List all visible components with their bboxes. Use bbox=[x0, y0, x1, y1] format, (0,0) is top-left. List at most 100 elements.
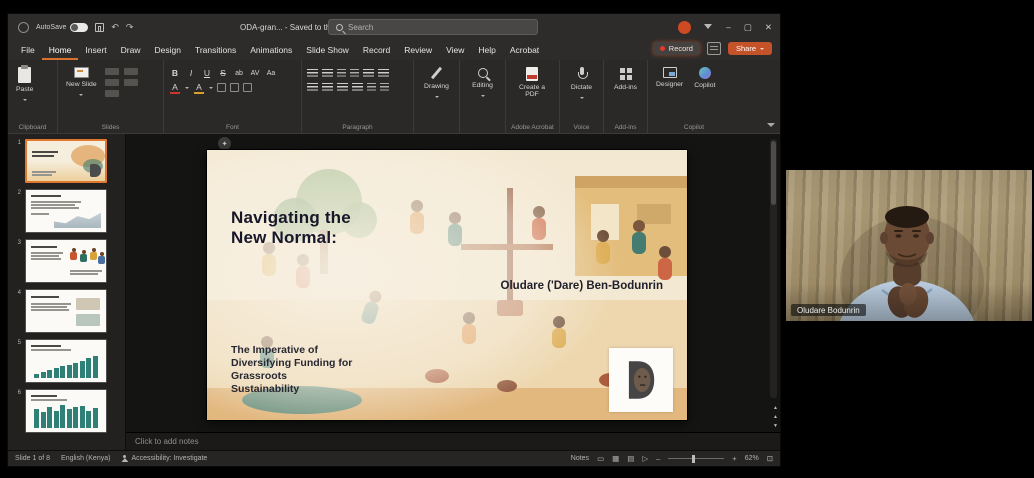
save-icon[interactable] bbox=[95, 23, 104, 32]
tab-record[interactable]: Record bbox=[356, 40, 397, 60]
slide-thumbnail-6[interactable] bbox=[25, 389, 107, 433]
search-input[interactable] bbox=[348, 23, 530, 32]
design-ideas-icon[interactable]: ✦ bbox=[218, 137, 231, 150]
account-icon[interactable] bbox=[18, 22, 29, 33]
tab-review[interactable]: Review bbox=[397, 40, 439, 60]
font-size-decrease-icon[interactable] bbox=[243, 83, 252, 92]
next-slide-icon[interactable]: ▼ bbox=[773, 423, 778, 429]
slide-counter[interactable]: Slide 1 of 8 bbox=[15, 455, 50, 462]
slide-logo[interactable] bbox=[609, 348, 673, 412]
zoom-percentage[interactable]: 62% bbox=[745, 455, 759, 462]
reuse-slides-icon[interactable] bbox=[124, 68, 138, 75]
bold-button[interactable]: B bbox=[169, 69, 181, 78]
slide-canvas[interactable]: Navigating the New Normal: Oludare ('Dar… bbox=[207, 150, 687, 420]
scrollbar-thumb[interactable] bbox=[771, 141, 776, 205]
align-left-icon[interactable] bbox=[307, 83, 318, 92]
drawing-button[interactable]: Drawing bbox=[419, 65, 454, 102]
record-button[interactable]: Record bbox=[653, 42, 700, 55]
collapse-ribbon-icon[interactable] bbox=[767, 123, 775, 131]
tab-help[interactable]: Help bbox=[471, 40, 502, 60]
text-shadow-button[interactable]: ab bbox=[233, 70, 245, 77]
tab-slide-show[interactable]: Slide Show bbox=[299, 40, 356, 60]
language-indicator[interactable]: English (Kenya) bbox=[61, 455, 110, 462]
tab-animations[interactable]: Animations bbox=[243, 40, 299, 60]
vertical-scrollbar[interactable] bbox=[770, 139, 777, 398]
minimize-button[interactable]: – bbox=[726, 23, 731, 32]
notes-pane[interactable]: Click to add notes bbox=[126, 432, 780, 450]
clear-formatting-icon[interactable] bbox=[217, 83, 226, 92]
line-spacing-icon[interactable] bbox=[363, 69, 374, 78]
tab-acrobat[interactable]: Acrobat bbox=[503, 40, 546, 60]
zoom-in-icon[interactable]: + bbox=[732, 455, 736, 463]
change-case-button[interactable]: Aa bbox=[265, 70, 277, 77]
user-avatar[interactable] bbox=[678, 21, 691, 34]
autosave-toggle[interactable]: AutoSave bbox=[36, 23, 88, 32]
increase-indent-icon[interactable] bbox=[350, 69, 359, 78]
align-right-icon[interactable] bbox=[337, 83, 348, 92]
tab-home[interactable]: Home bbox=[42, 40, 79, 60]
justify-icon[interactable] bbox=[352, 83, 363, 92]
reading-view-icon[interactable]: ▤ bbox=[627, 455, 634, 463]
underline-button[interactable]: U bbox=[201, 69, 213, 78]
ribbon-options-icon[interactable] bbox=[704, 23, 713, 32]
slide-show-icon[interactable]: ▷ bbox=[642, 455, 648, 463]
zoom-slider-knob[interactable] bbox=[692, 455, 695, 463]
tab-file[interactable]: File bbox=[14, 40, 42, 60]
addins-button[interactable]: Add-ins bbox=[609, 65, 642, 93]
scroll-up-icon[interactable]: ▲ bbox=[773, 405, 778, 411]
copilot-button[interactable]: Copilot bbox=[691, 65, 718, 91]
tab-transitions[interactable]: Transitions bbox=[188, 40, 243, 60]
bullets-icon[interactable] bbox=[307, 69, 318, 78]
reset-icon[interactable] bbox=[105, 79, 119, 86]
font-color-button[interactable]: A bbox=[169, 83, 181, 92]
new-slide-button[interactable]: New Slide bbox=[63, 65, 100, 100]
slides-extra-icon[interactable] bbox=[124, 79, 138, 86]
tab-design[interactable]: Design bbox=[148, 40, 188, 60]
slide-subtitle-text[interactable]: The Imperative of Diversifying Funding f… bbox=[231, 344, 352, 397]
decrease-indent-icon[interactable] bbox=[337, 69, 346, 78]
smartart-icon[interactable] bbox=[380, 83, 389, 92]
comments-icon[interactable] bbox=[707, 42, 721, 55]
fit-to-window-icon[interactable]: ⊡ bbox=[767, 455, 773, 463]
paste-button[interactable]: Paste bbox=[13, 65, 36, 105]
align-center-icon[interactable] bbox=[322, 83, 333, 92]
font-size-increase-icon[interactable] bbox=[230, 83, 239, 92]
slide-thumbnail-1[interactable] bbox=[25, 139, 107, 183]
notes-button[interactable]: Notes bbox=[571, 455, 589, 462]
redo-icon[interactable]: ↷ bbox=[126, 23, 134, 32]
tab-insert[interactable]: Insert bbox=[78, 40, 113, 60]
slide-thumbnail-4[interactable] bbox=[25, 289, 107, 333]
zoom-slider[interactable] bbox=[668, 458, 724, 459]
tab-view[interactable]: View bbox=[439, 40, 471, 60]
slide-author-text[interactable]: Oludare ('Dare) Ben-Bodunrin bbox=[501, 280, 663, 292]
tab-draw[interactable]: Draw bbox=[114, 40, 148, 60]
accessibility-checker[interactable]: Accessibility: Investigate bbox=[121, 455, 207, 462]
layout-icon[interactable] bbox=[105, 68, 119, 75]
previous-slide-icon[interactable]: ▲ bbox=[773, 414, 778, 420]
text-direction-icon[interactable] bbox=[367, 83, 376, 92]
strikethrough-button[interactable]: S bbox=[217, 69, 229, 78]
slide-sorter-icon[interactable]: ▦ bbox=[612, 455, 619, 463]
undo-icon[interactable]: ↶ bbox=[111, 23, 119, 32]
columns-icon[interactable] bbox=[378, 69, 389, 78]
close-button[interactable]: ✕ bbox=[765, 23, 772, 32]
slide-thumbnail-2[interactable] bbox=[25, 189, 107, 233]
highlight-color-button[interactable]: A bbox=[193, 83, 205, 92]
share-button[interactable]: Share bbox=[728, 42, 772, 55]
slide-title-text[interactable]: Navigating the New Normal: bbox=[231, 208, 351, 247]
search-box[interactable] bbox=[328, 19, 538, 35]
character-spacing-button[interactable]: AV bbox=[249, 70, 261, 77]
editing-button[interactable]: Editing bbox=[465, 65, 500, 101]
designer-button[interactable]: Designer bbox=[653, 65, 686, 90]
slide-editing-area[interactable]: ✦ bbox=[126, 134, 780, 432]
create-pdf-button[interactable]: Create a PDF bbox=[511, 65, 553, 101]
numbering-icon[interactable] bbox=[322, 69, 333, 78]
slide-thumbnail-5[interactable] bbox=[25, 339, 107, 383]
dictate-button[interactable]: Dictate bbox=[565, 65, 598, 103]
restore-button[interactable]: ▢ bbox=[744, 23, 752, 32]
section-icon[interactable] bbox=[105, 90, 119, 97]
normal-view-icon[interactable]: ▭ bbox=[597, 455, 604, 463]
zoom-out-icon[interactable]: – bbox=[656, 455, 660, 463]
participant-video-tile[interactable]: Oludare Bodunrin bbox=[786, 170, 1032, 321]
italic-button[interactable]: I bbox=[185, 69, 197, 78]
